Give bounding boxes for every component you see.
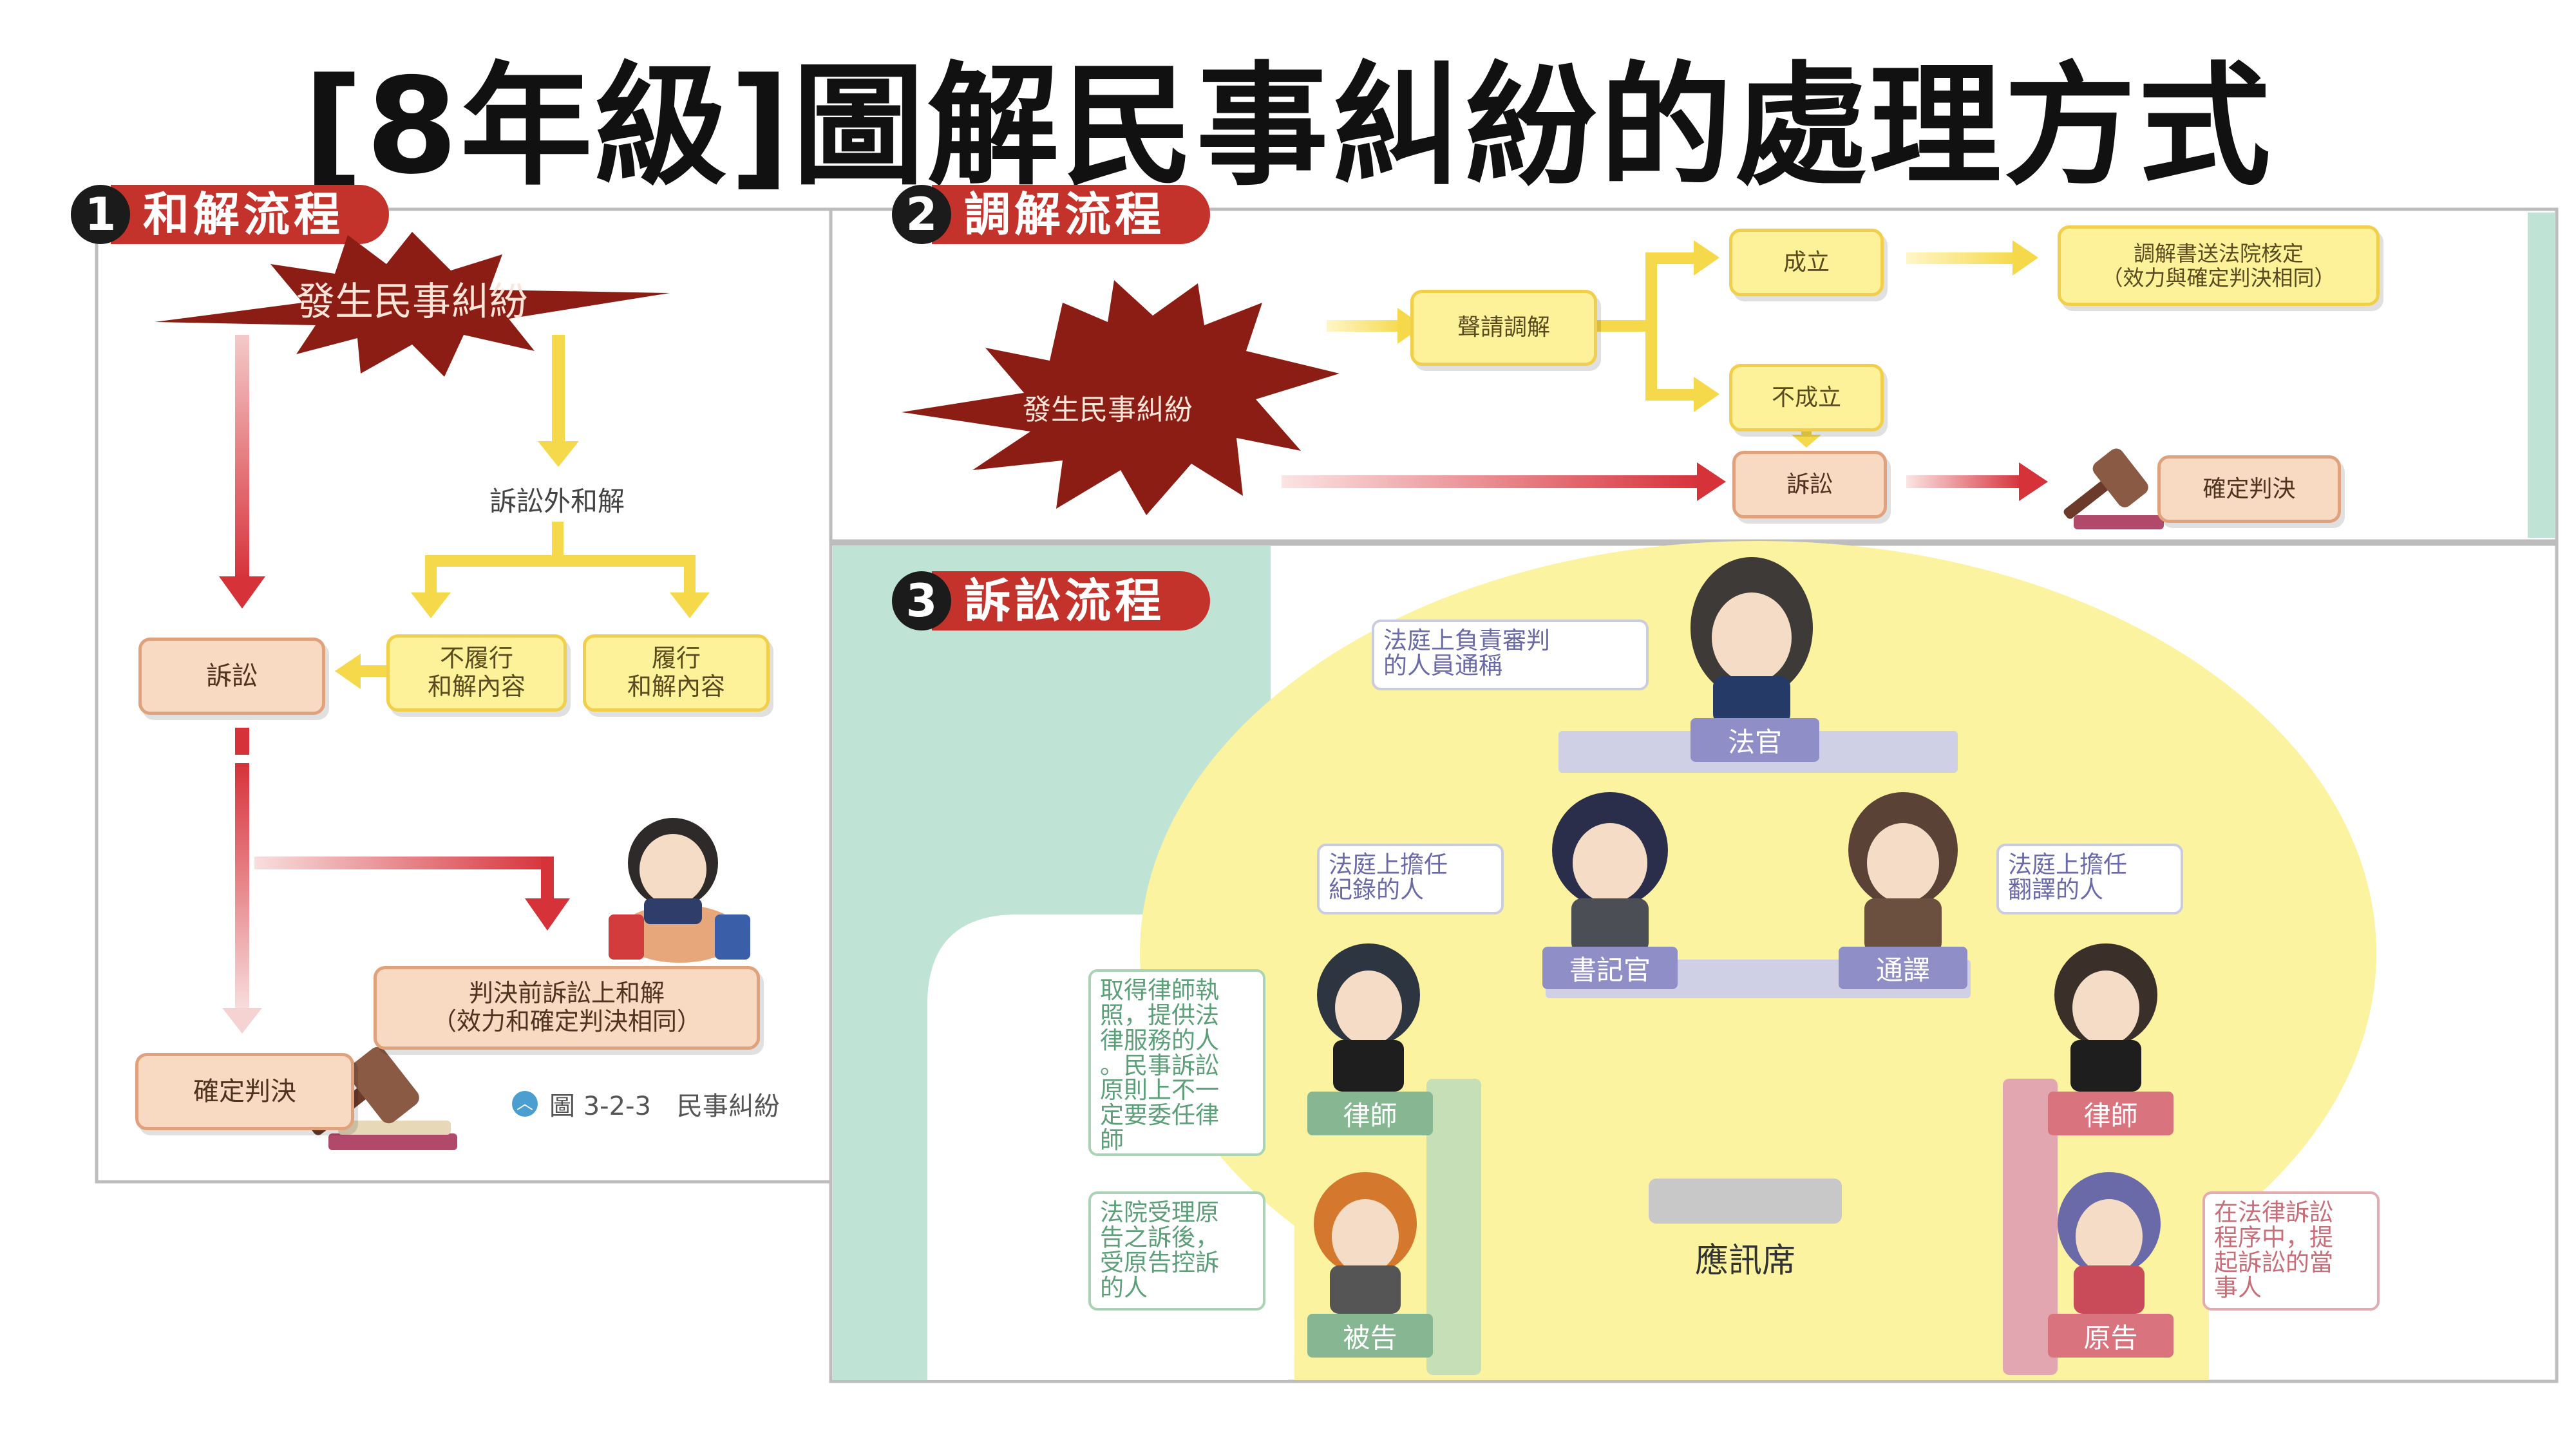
defendant-bar (1426, 1079, 1481, 1375)
interpreter-character (1848, 792, 1958, 953)
witness-stand-label: 應訊席 (1694, 1242, 1795, 1280)
clerk-tag: 書記官 (1542, 947, 1678, 989)
lawyer-note: 取得律師執 照，提供法 律服務的人 。民事訴訟 原則上不一 定要委任律 師 (1088, 969, 1265, 1156)
lawyer-right-tag: 律師 (2048, 1092, 2174, 1135)
lawyer-left-tag: 律師 (1307, 1092, 1433, 1135)
defendant-character (1314, 1172, 1417, 1314)
judge-character (1690, 557, 1813, 724)
interpreter-note: 法庭上擔任 翻譯的人 (1996, 844, 2183, 914)
clerk-note: 法庭上擔任 紀錄的人 (1317, 844, 1504, 914)
clerk-character (1552, 792, 1668, 953)
defendant-note: 法院受理原 告之訴後， 受原告控訴 的人 (1088, 1191, 1265, 1311)
interpreter-tag: 通譯 (1839, 947, 1967, 989)
defendant-tag: 被告 (1307, 1314, 1433, 1358)
judge-tag: 法官 (1690, 718, 1819, 762)
witness-stand (1649, 1179, 1842, 1224)
plaintiff-note: 在法律訴訟 程序中，提 起訴訟的當 事人 (2202, 1191, 2380, 1311)
section2-number: 2 (892, 185, 951, 244)
section1-number: 1 (71, 185, 130, 244)
judge-note: 法庭上負責審判 的人員通稱 (1372, 620, 1649, 690)
section3-number: 3 (892, 571, 951, 630)
court-layout (1314, 557, 2161, 1375)
lawyer-right-character (2054, 943, 2157, 1092)
plaintiff-tag: 原告 (2048, 1314, 2174, 1358)
plaintiff-character (2058, 1172, 2161, 1314)
lawyer-left-character (1317, 943, 1420, 1092)
